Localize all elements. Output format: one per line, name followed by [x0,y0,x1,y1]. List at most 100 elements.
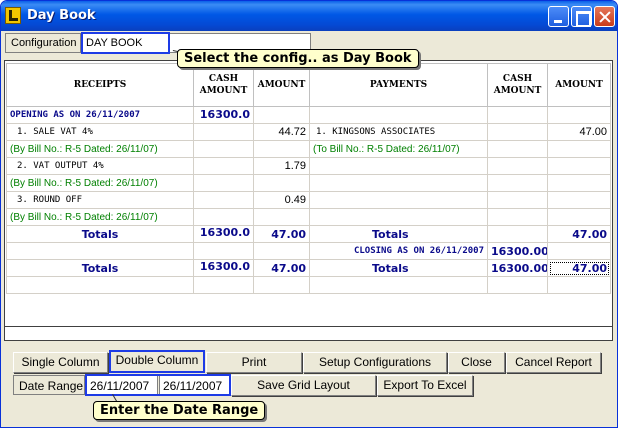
totals-amount-right[interactable]: 47.00 [547,225,611,243]
receipt-label[interactable]: 2. VAT OUTPUT 4% [6,157,194,175]
table-cell[interactable] [309,174,488,192]
table-cell[interactable] [487,140,548,158]
payment-bill[interactable]: (To Bill No.: R-5 Dated: 26/11/07) [309,140,488,158]
receipt-bill[interactable]: (By Bill No.: R-5 Dated: 26/11/07) [6,174,194,192]
totals-cash-right[interactable]: 16300.00 [487,259,548,277]
table-cell[interactable] [487,123,548,141]
table-cell[interactable] [547,191,611,209]
totals-cash-left[interactable]: 16300.0 [193,259,254,277]
table-cell[interactable] [309,157,488,175]
table-row [6,276,611,294]
table-cell[interactable] [547,157,611,175]
single-column-button[interactable]: Single Column [13,352,108,373]
table-row: (By Bill No.: R-5 Dated: 26/11/07) (To B… [6,140,611,158]
closing-label[interactable]: CLOSING AS ON 26/11/2007 [309,242,488,260]
table-cell[interactable] [547,174,611,192]
export-to-excel-button[interactable]: Export To Excel [377,375,473,396]
table-row: 1. SALE VAT 4% 44.72 1. KINGSONS ASSOCIA… [6,123,611,141]
table-cell[interactable] [309,276,488,294]
receipt-amount[interactable]: 0.49 [253,191,310,209]
day-book-window: Day Book Configuration DAY BOOK RECEIPTS… [0,0,618,428]
table-cell[interactable] [547,140,611,158]
totals-row: Totals 16300.0 47.00 Totals 16300.00 47.… [6,259,611,277]
date-range-highlight [85,374,231,396]
receipt-amount[interactable]: 44.72 [253,123,310,141]
table-cell[interactable] [487,174,548,192]
header-amount: AMOUNT [253,63,310,107]
table-cell[interactable] [253,276,310,294]
payment-amount[interactable]: 47.00 [547,123,611,141]
opening-cash[interactable]: 16300.0 [193,106,254,124]
table-cell[interactable] [6,276,194,294]
header-payments: PAYMENTS [309,63,488,107]
config-label: Configuration [5,33,81,53]
minimize-icon[interactable] [548,6,569,27]
totals-label-right[interactable]: Totals [309,225,488,243]
date-range-label: Date Range [13,375,85,395]
totals-amount-left[interactable]: 47.00 [253,225,310,243]
table-cell[interactable] [193,157,254,175]
table-cell[interactable] [487,225,548,243]
app-l-icon [5,7,21,24]
table-cell[interactable] [253,242,310,260]
table-cell[interactable] [193,191,254,209]
opening-row: OPENING AS ON 26/11/2007 16300.0 [6,106,611,124]
table-cell[interactable] [193,123,254,141]
table-cell[interactable] [547,276,611,294]
table-row: (By Bill No.: R-5 Dated: 26/11/07) [6,208,611,226]
save-grid-layout-button[interactable]: Save Grid Layout [231,375,376,396]
receipt-bill[interactable]: (By Bill No.: R-5 Dated: 26/11/07) [6,208,194,226]
table-cell[interactable] [193,174,254,192]
totals-label-left[interactable]: Totals [6,225,194,243]
table-cell[interactable] [487,157,548,175]
table-cell[interactable] [487,208,548,226]
table-cell[interactable] [309,106,488,124]
payment-label[interactable]: 1. KINGSONS ASSOCIATES [309,123,488,141]
totals-row: Totals 16300.0 47.00 Totals 47.00 [6,225,611,243]
receipt-bill[interactable]: (By Bill No.: R-5 Dated: 26/11/07) [6,140,194,158]
table-cell[interactable] [487,276,548,294]
totals-cash-left[interactable]: 16300.0 [193,225,254,243]
totals-amount-left[interactable]: 47.00 [253,259,310,277]
header-receipts: RECEIPTS [6,63,194,107]
table-cell[interactable] [487,106,548,124]
totals-label-right[interactable]: Totals [309,259,488,277]
totals-amount-right[interactable]: 47.00 [547,259,611,277]
closing-cash[interactable]: 16300.00 [487,242,548,260]
print-button[interactable]: Print [206,352,302,373]
table-cell[interactable] [309,191,488,209]
table-cell[interactable] [193,242,254,260]
table-row: (By Bill No.: R-5 Dated: 26/11/07) [6,174,611,192]
header-cash-amount-2: CASH AMOUNT [487,63,548,107]
table-cell[interactable] [6,242,194,260]
close-icon[interactable] [594,6,615,27]
opening-label[interactable]: OPENING AS ON 26/11/2007 [6,106,194,124]
header-amount-2: AMOUNT [547,63,611,107]
maximize-icon[interactable] [571,6,592,27]
totals-label-left[interactable]: Totals [6,259,194,277]
receipt-label[interactable]: 3. ROUND OFF [6,191,194,209]
receipt-label[interactable]: 1. SALE VAT 4% [6,123,194,141]
setup-configurations-button[interactable]: Setup Configurations [303,352,447,373]
config-highlight [81,32,170,54]
table-cell[interactable] [253,208,310,226]
receipt-amount[interactable]: 1.79 [253,157,310,175]
table-cell[interactable] [253,174,310,192]
closing-row: CLOSING AS ON 26/11/2007 16300.00 [6,242,611,260]
double-column-button[interactable]: Double Column [109,350,205,373]
table-cell[interactable] [253,106,310,124]
day-book-grid[interactable]: RECEIPTS CASH AMOUNT AMOUNT PAYMENTS CAS… [4,60,613,341]
table-cell[interactable] [547,106,611,124]
title-bar[interactable]: Day Book [1,1,617,31]
table-cell[interactable] [193,208,254,226]
window-title: Day Book [27,8,96,23]
table-cell[interactable] [253,140,310,158]
table-cell[interactable] [547,242,611,260]
cancel-report-button[interactable]: Cancel Report [506,352,601,373]
table-cell[interactable] [193,276,254,294]
table-cell[interactable] [487,191,548,209]
close-button[interactable]: Close [448,352,505,373]
table-cell[interactable] [309,208,488,226]
table-cell[interactable] [547,208,611,226]
table-cell[interactable] [193,140,254,158]
